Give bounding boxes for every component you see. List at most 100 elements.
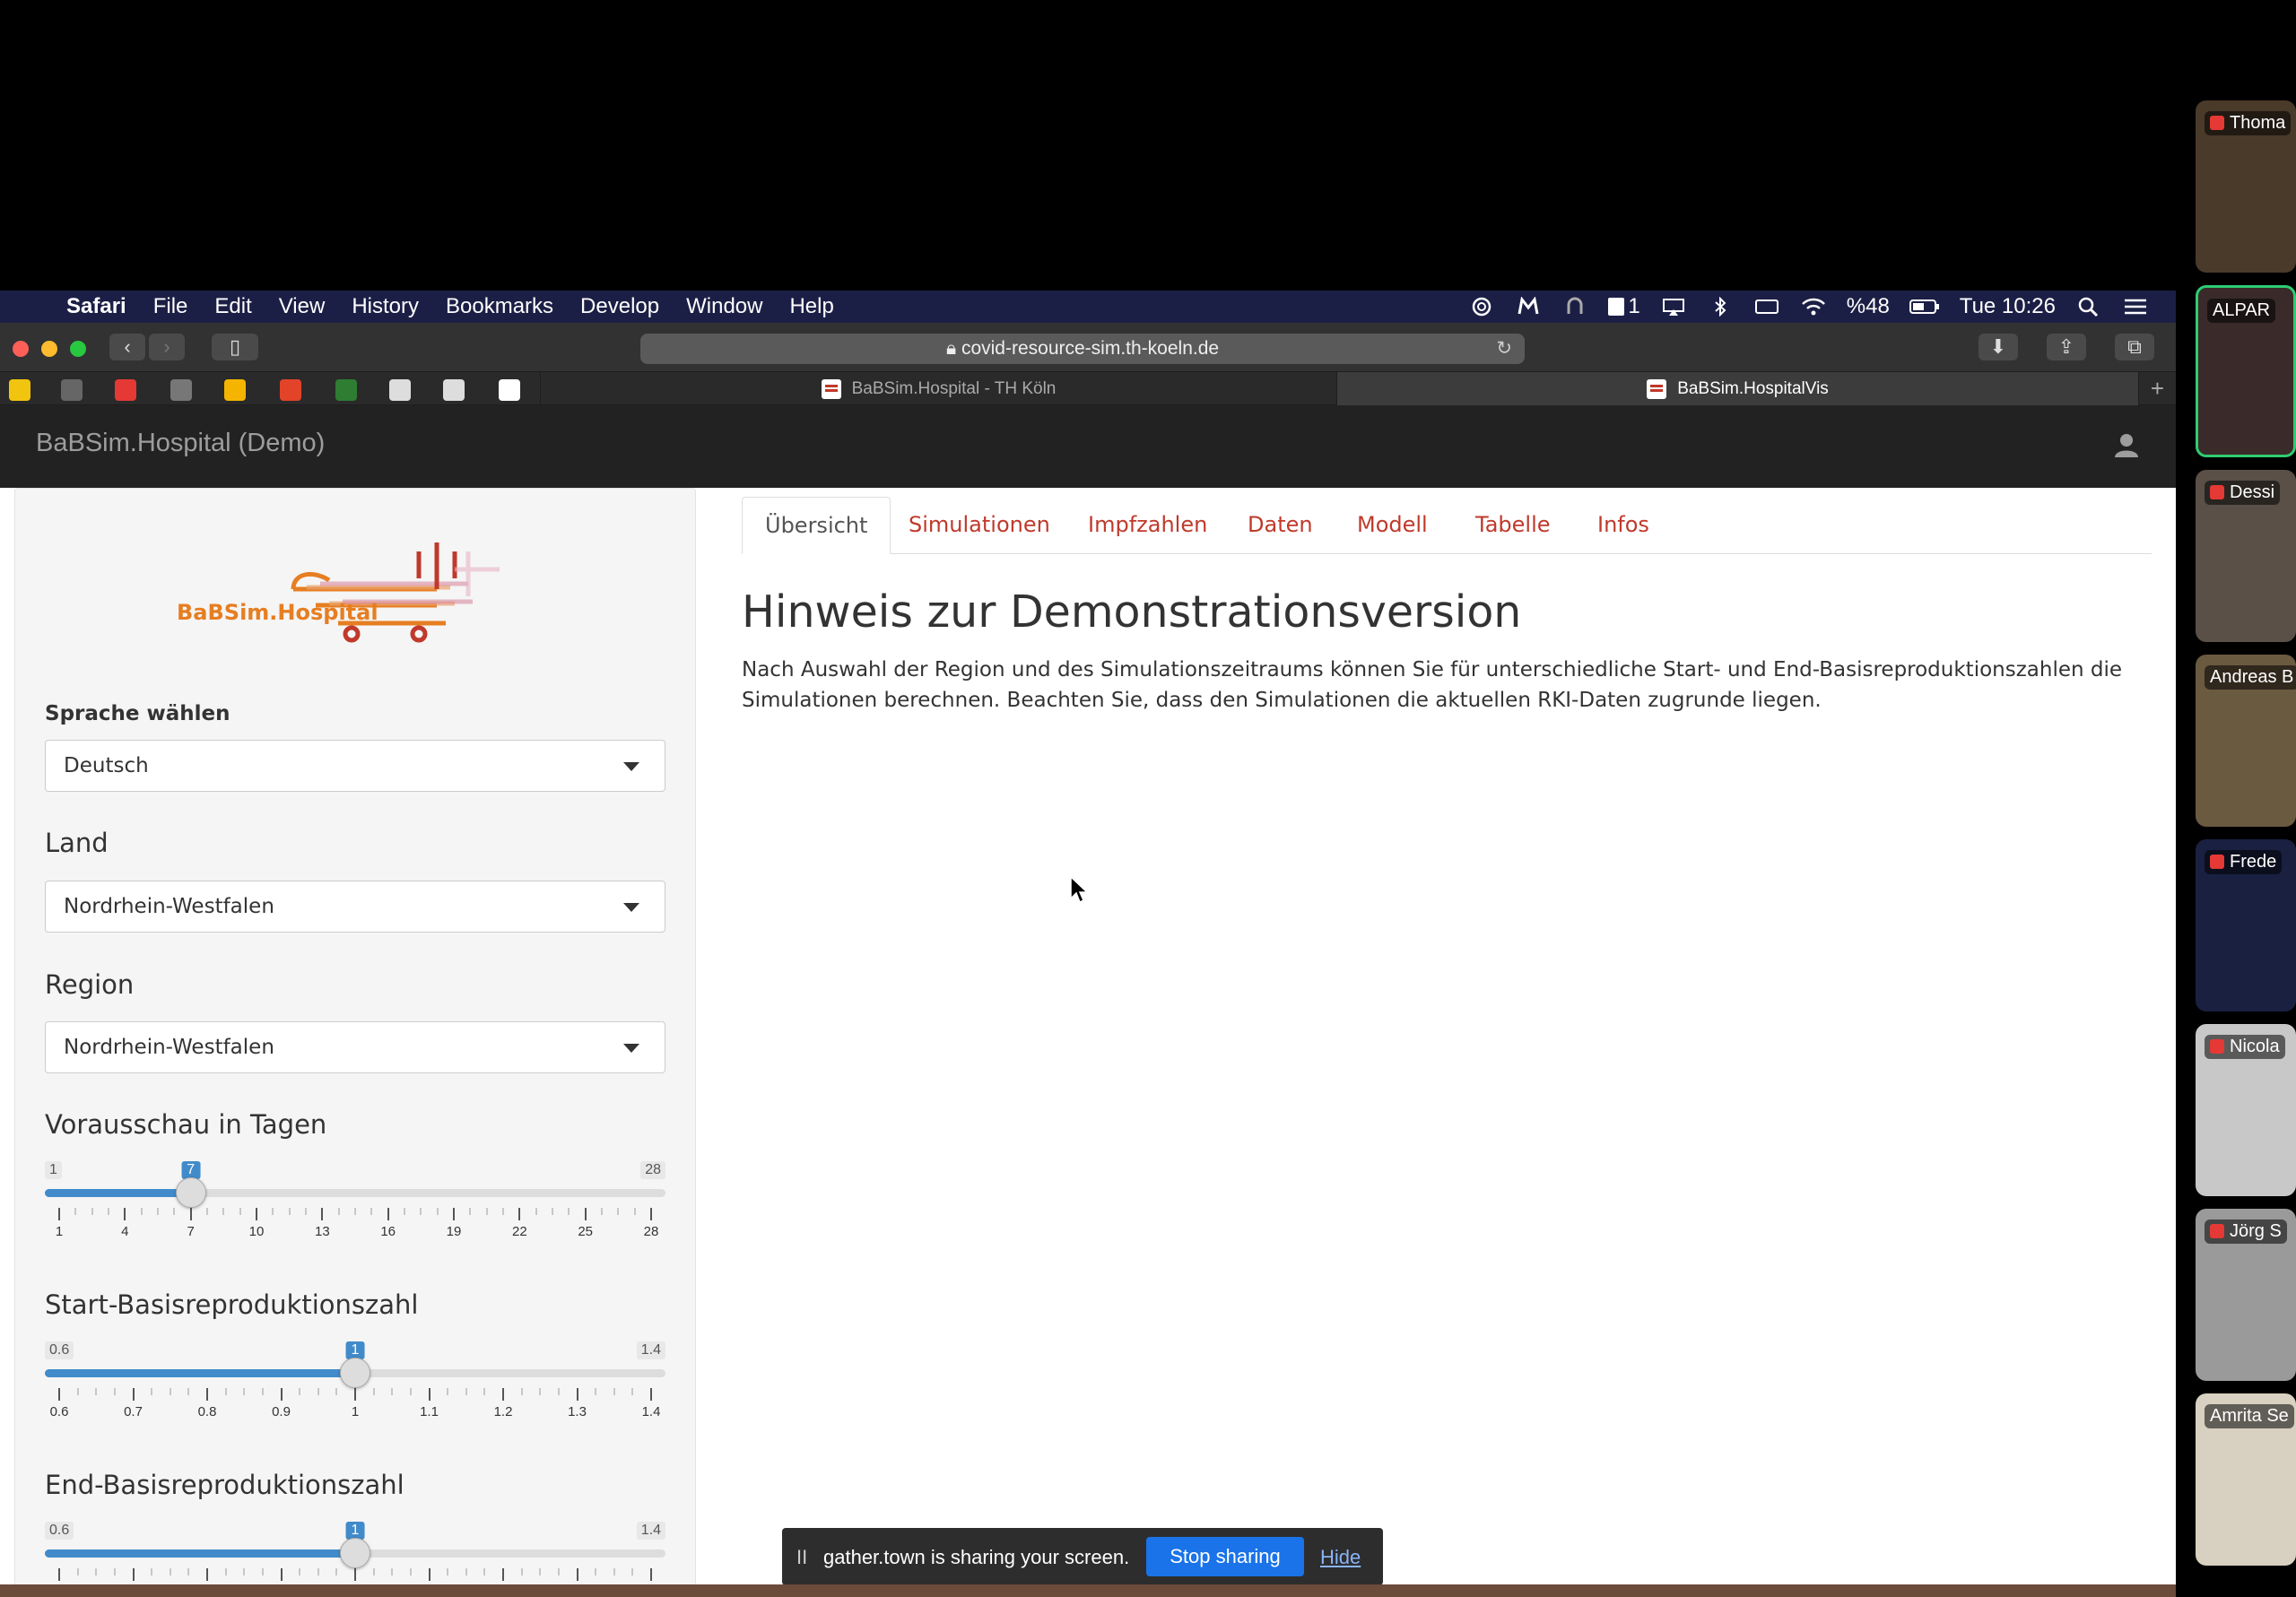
slider-minor-tick bbox=[114, 1568, 116, 1575]
slider-minor-tick bbox=[187, 1568, 189, 1575]
vpn-icon[interactable] bbox=[1561, 297, 1588, 317]
menu-window[interactable]: Window bbox=[686, 294, 762, 319]
slider-minor-tick bbox=[521, 1388, 523, 1395]
notification-count[interactable]: 1 bbox=[1608, 294, 1640, 319]
slider-tick-label: 1.4 bbox=[641, 1404, 661, 1419]
participant-tile[interactable]: Frede bbox=[2196, 839, 2296, 1011]
favorite-leaf-icon[interactable] bbox=[335, 379, 357, 401]
start-r-slider[interactable]: 0.6 1.4 1 0.6 0.7 0.8 0.9 1 1.1 1.2 1.3 1.4 bbox=[45, 1341, 665, 1440]
zoom-window-button[interactable] bbox=[70, 341, 86, 357]
menu-bookmarks[interactable]: Bookmarks bbox=[446, 294, 553, 319]
tab-tabelle[interactable]: Tabelle bbox=[1475, 497, 1551, 554]
share-icon[interactable]: ⇪ bbox=[2047, 334, 2086, 360]
participant-tile[interactable]: Andreas B bbox=[2196, 655, 2296, 827]
creative-cloud-icon[interactable] bbox=[1468, 297, 1495, 317]
url-bar[interactable]: 🔒︎ covid-resource-sim.th-koeln.de ↻ bbox=[640, 334, 1525, 364]
close-window-button[interactable] bbox=[13, 341, 29, 357]
participant-tile[interactable]: Dessi bbox=[2196, 470, 2296, 642]
participant-tile[interactable]: ALPAR bbox=[2196, 285, 2296, 457]
slider-handle[interactable] bbox=[340, 1538, 370, 1568]
participant-tile[interactable]: Amrita Se bbox=[2196, 1393, 2296, 1566]
slider-minor-tick bbox=[391, 1568, 393, 1575]
back-button[interactable]: ‹ bbox=[109, 334, 145, 360]
slider-fill bbox=[45, 1189, 191, 1197]
slider-minor-tick bbox=[354, 1208, 356, 1215]
participant-tile[interactable]: Thoma bbox=[2196, 100, 2296, 273]
slider-max-label: 1.4 bbox=[636, 1341, 665, 1359]
language-select[interactable]: Deutsch bbox=[45, 740, 665, 792]
slider-minor-tick bbox=[370, 1208, 372, 1215]
tab-ubersicht[interactable]: Übersicht bbox=[742, 497, 891, 554]
slider-handle[interactable] bbox=[340, 1358, 370, 1388]
favorite-babsim-icon[interactable] bbox=[499, 379, 520, 401]
favorite-gitlab-icon[interactable] bbox=[280, 379, 301, 401]
region-select[interactable]: Nordrhein-Westfalen bbox=[45, 1021, 665, 1073]
favorite-v-icon[interactable] bbox=[170, 379, 192, 401]
slider-tick bbox=[206, 1388, 208, 1401]
favorite-bed-icon-2[interactable] bbox=[443, 379, 465, 401]
slider-tick bbox=[502, 1568, 504, 1581]
downloads-icon[interactable]: ⬇ bbox=[1979, 334, 2018, 360]
menubar-clock[interactable]: Tue 10:26 bbox=[1960, 294, 2056, 319]
country-select[interactable]: Nordrhein-Westfalen bbox=[45, 881, 665, 933]
airplay-icon[interactable] bbox=[1660, 297, 1687, 317]
slider-minor-tick bbox=[157, 1208, 159, 1215]
battery-percent[interactable]: %48 bbox=[1847, 294, 1890, 319]
favorite-slides-icon[interactable] bbox=[224, 379, 246, 401]
minimize-window-button[interactable] bbox=[41, 341, 57, 357]
slider-tick bbox=[280, 1568, 283, 1581]
slider-min-label: 1 bbox=[45, 1161, 62, 1179]
forecast-slider[interactable]: 1 28 7 1 4 7 10 13 16 19 22 25 28 bbox=[45, 1161, 665, 1260]
slider-minor-tick bbox=[617, 1208, 619, 1215]
tab-modell[interactable]: Modell bbox=[1357, 497, 1428, 554]
favorite-youtube-icon[interactable] bbox=[115, 379, 136, 401]
keyboard-icon[interactable] bbox=[1753, 297, 1780, 317]
tab-impfzahlen[interactable]: Impfzahlen bbox=[1088, 497, 1207, 554]
pause-icon[interactable]: II bbox=[796, 1546, 807, 1569]
app-brand[interactable]: BaBSim.Hospital (Demo) bbox=[36, 429, 325, 458]
tab-babsim-th-koeln[interactable]: BaBSim.Hospital - TH Köln bbox=[540, 372, 1336, 405]
slider-minor-tick bbox=[239, 1208, 241, 1215]
slider-minor-tick bbox=[373, 1388, 375, 1395]
menu-help[interactable]: Help bbox=[789, 294, 833, 319]
user-icon[interactable] bbox=[2113, 432, 2140, 459]
favorite-bed-icon[interactable] bbox=[389, 379, 411, 401]
spotlight-search-icon[interactable] bbox=[2075, 297, 2102, 317]
participant-tile[interactable]: Nicola bbox=[2196, 1024, 2296, 1196]
menu-history[interactable]: History bbox=[352, 294, 419, 319]
slider-minor-tick bbox=[187, 1388, 189, 1395]
menu-app-name[interactable]: Safari bbox=[66, 294, 126, 319]
participant-name: Frede bbox=[2205, 850, 2283, 874]
tab-bar: BaBSim.Hospital - TH Köln BaBSim.Hospita… bbox=[0, 371, 2176, 405]
menu-edit[interactable]: Edit bbox=[214, 294, 251, 319]
battery-icon[interactable] bbox=[1909, 297, 1940, 317]
participant-tile[interactable]: Jörg S bbox=[2196, 1209, 2296, 1381]
tab-babsim-hospitalvis[interactable]: BaBSim.HospitalVis bbox=[1336, 372, 2138, 405]
new-tab-button[interactable]: + bbox=[2138, 372, 2176, 405]
bluetooth-icon[interactable] bbox=[1707, 297, 1734, 317]
sidebar-toggle-icon[interactable]: ▯ bbox=[212, 334, 258, 360]
slider-minor-tick bbox=[74, 1208, 76, 1215]
menu-develop[interactable]: Develop bbox=[580, 294, 659, 319]
tab-simulationen[interactable]: Simulationen bbox=[909, 497, 1050, 554]
forward-button[interactable]: › bbox=[149, 334, 185, 360]
tab-infos[interactable]: Infos bbox=[1597, 497, 1649, 554]
menu-view[interactable]: View bbox=[279, 294, 326, 319]
slider-tick bbox=[453, 1208, 455, 1220]
slider-minor-tick bbox=[420, 1208, 422, 1215]
tab-daten[interactable]: Daten bbox=[1248, 497, 1313, 554]
tabs-overview-icon[interactable]: ⧉ bbox=[2115, 334, 2154, 360]
hide-link[interactable]: Hide bbox=[1320, 1546, 1361, 1569]
control-center-icon[interactable] bbox=[2122, 297, 2149, 317]
babsim-tab-icon bbox=[821, 378, 841, 399]
malwarebytes-icon[interactable] bbox=[1515, 297, 1542, 317]
favorite-miro-icon[interactable] bbox=[9, 379, 30, 401]
stop-sharing-button[interactable]: Stop sharing bbox=[1146, 1537, 1304, 1576]
screen-share-bar: II gather.town is sharing your screen. S… bbox=[782, 1528, 1383, 1585]
wifi-icon[interactable] bbox=[1800, 297, 1827, 317]
slider-handle[interactable] bbox=[175, 1177, 206, 1208]
reload-icon[interactable]: ↻ bbox=[1496, 334, 1512, 364]
mac-menubar: Safari File Edit View History Bookmarks … bbox=[0, 291, 2176, 323]
menu-file[interactable]: File bbox=[153, 294, 188, 319]
favorite-trash-icon[interactable] bbox=[61, 379, 83, 401]
